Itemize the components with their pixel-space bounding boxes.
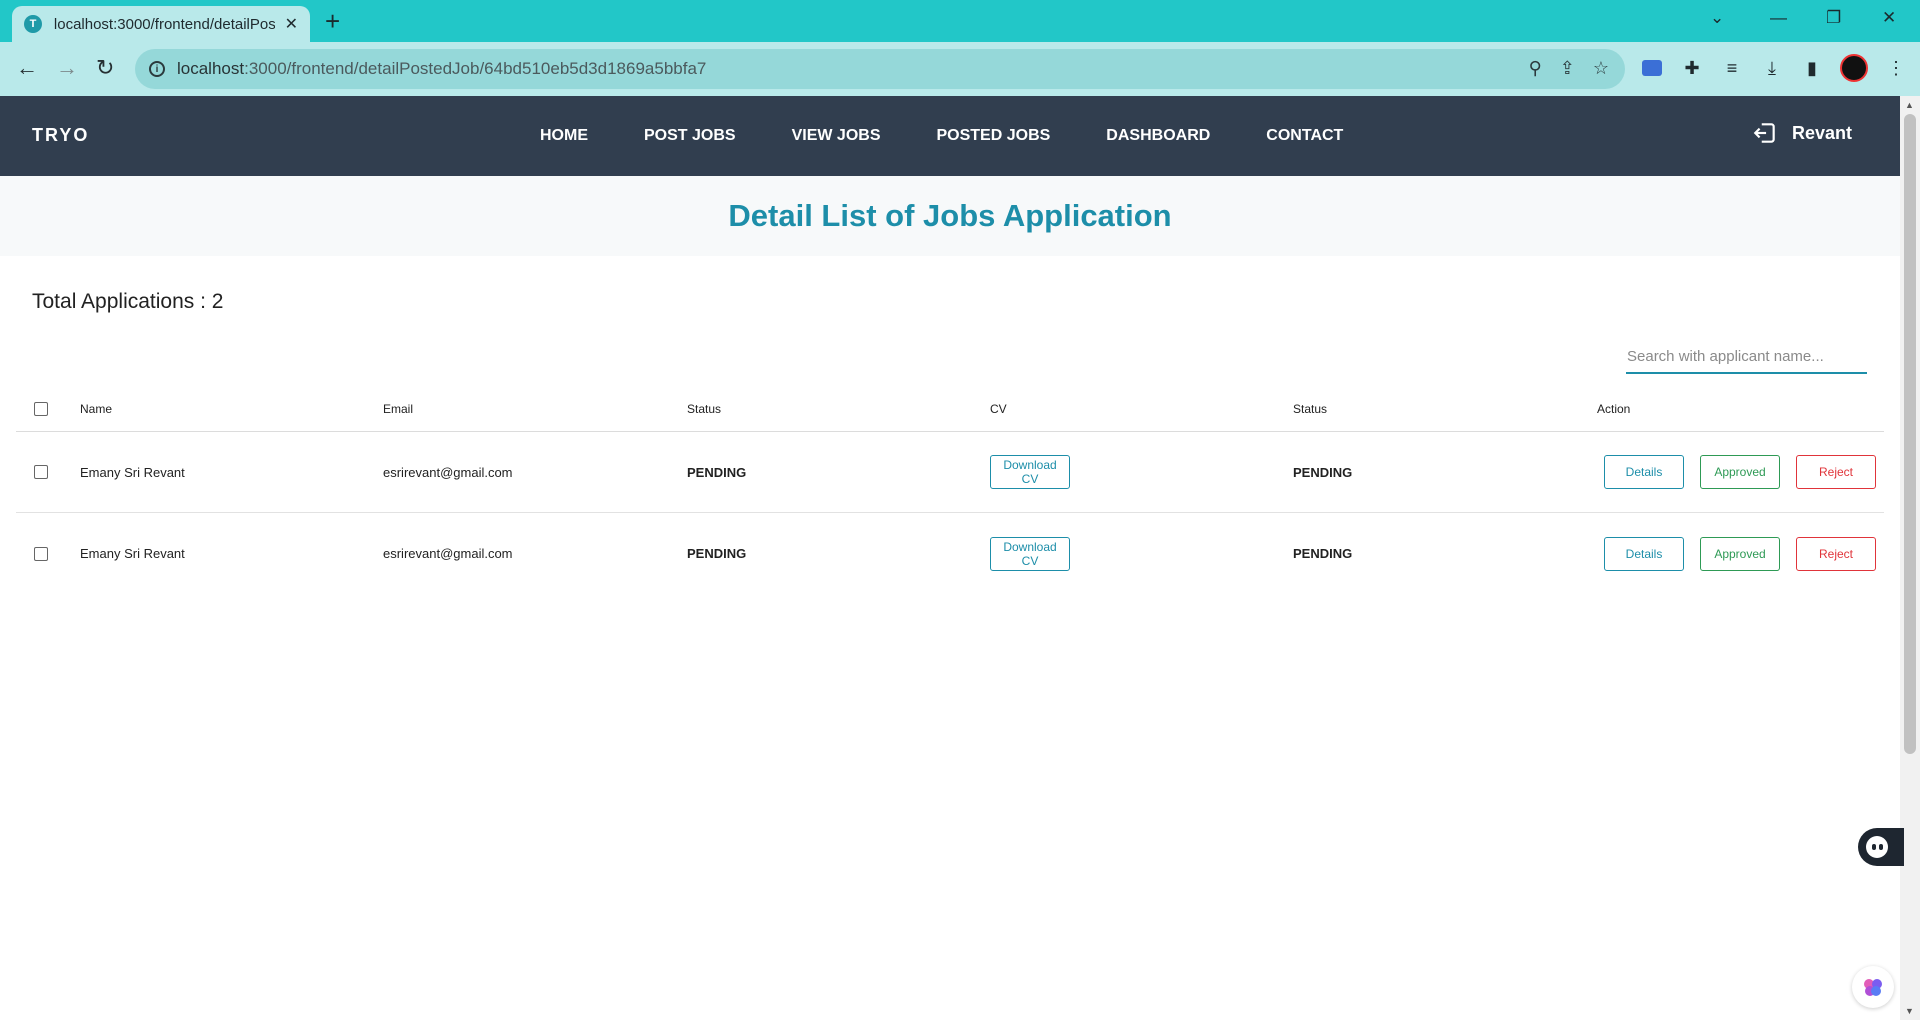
username: Revant <box>1792 122 1853 143</box>
brand-logo[interactable]: TRYO <box>32 125 89 146</box>
nav-posted-jobs[interactable]: POSTED JOBS <box>936 127 1050 145</box>
tab-title: localhost:3000/frontend/detailPostedJob/… <box>53 15 275 33</box>
back-icon[interactable]: ← <box>16 55 38 81</box>
reject-button[interactable]: Reject <box>1796 536 1876 571</box>
reject-button[interactable]: Reject <box>1796 455 1876 489</box>
app-navbar: TRYO HOME POST JOBS VIEW JOBS POSTED JOB… <box>0 96 1900 176</box>
close-window-icon[interactable]: ✕ <box>1882 8 1896 28</box>
table-header-row: Name Email Status CV Status Action <box>16 386 1884 432</box>
approve-button[interactable]: Approved <box>1700 455 1780 489</box>
header-email[interactable]: Email <box>383 386 413 431</box>
user-menu[interactable]: Revant <box>1752 120 1852 146</box>
tab-search-chevron-icon[interactable]: ⌄ <box>1710 8 1724 28</box>
chatbot-icon <box>1866 836 1888 858</box>
reload-icon[interactable]: ↻ <box>96 55 114 81</box>
address-bar[interactable]: i localhost:3000/frontend/detailPostedJo… <box>135 49 1625 89</box>
extensions-puzzle-icon[interactable]: ✚ <box>1680 56 1704 80</box>
address-url: localhost:3000/frontend/detailPostedJob/… <box>177 59 706 79</box>
minimize-icon[interactable]: — <box>1770 8 1787 28</box>
applicant-email: esrirevant@gmail.com <box>383 464 513 480</box>
restore-icon[interactable]: ❐ <box>1826 8 1841 28</box>
applications-table: Name Email Status CV Status Action Emany… <box>16 386 1884 594</box>
application-status: PENDING <box>687 464 747 480</box>
table-row: Emany Sri Revant esrirevant@gmail.com PE… <box>16 513 1884 594</box>
side-panel-icon[interactable]: ▮ <box>1800 56 1824 80</box>
extension-screen-icon[interactable] <box>1640 56 1664 80</box>
chat-assistant-button[interactable] <box>1858 828 1904 866</box>
nav-links: HOME POST JOBS VIEW JOBS POSTED JOBS DAS… <box>540 127 1343 145</box>
browser-tab[interactable]: T localhost:3000/frontend/detailPostedJo… <box>12 6 310 42</box>
reading-list-icon[interactable]: ≡ <box>1720 56 1744 80</box>
header-name[interactable]: Name <box>80 386 112 431</box>
nav-post-jobs[interactable]: POST JOBS <box>644 127 736 145</box>
logout-icon[interactable] <box>1752 120 1778 146</box>
nav-view-jobs[interactable]: VIEW JOBS <box>792 127 881 145</box>
nav-contact[interactable]: CONTACT <box>1266 127 1343 145</box>
page-scrollbar[interactable]: ▲ ▼ <box>1900 96 1920 1020</box>
download-cv-button[interactable]: Download CV <box>990 536 1070 571</box>
zoom-icon[interactable]: ⚲ <box>1529 58 1542 79</box>
url-host: localhost <box>177 59 245 78</box>
select-all-checkbox[interactable] <box>34 401 48 416</box>
close-tab-icon[interactable]: ✕ <box>285 14 298 34</box>
header-status-2[interactable]: Status <box>1293 386 1327 431</box>
table-row: Emany Sri Revant esrirevant@gmail.com PE… <box>16 432 1884 513</box>
scroll-up-arrow-icon[interactable]: ▲ <box>1905 100 1914 110</box>
nav-home[interactable]: HOME <box>540 127 588 145</box>
menu-kebab-icon[interactable]: ⋮ <box>1884 56 1908 80</box>
total-applications: Total Applications : 2 <box>32 290 224 313</box>
profile-avatar[interactable] <box>1840 54 1868 82</box>
browser-toolbar: ← → ↻ i localhost:3000/frontend/detailPo… <box>0 42 1920 96</box>
scroll-thumb[interactable] <box>1904 114 1916 754</box>
new-tab-icon[interactable]: + <box>325 8 340 34</box>
row-checkbox[interactable] <box>34 465 48 479</box>
scroll-down-arrow-icon[interactable]: ▼ <box>1905 1006 1914 1016</box>
header-action: Action <box>1597 401 1631 416</box>
application-status: PENDING <box>687 546 747 561</box>
application-status-2: PENDING <box>1293 546 1353 561</box>
nav-dashboard[interactable]: DASHBOARD <box>1106 127 1210 145</box>
forward-icon[interactable]: → <box>56 55 78 81</box>
ai-assistant-button[interactable] <box>1852 966 1894 1008</box>
favicon-icon: T <box>24 15 42 33</box>
search-input[interactable] <box>1626 340 1867 374</box>
url-path: :3000/frontend/detailPostedJob/64bd510eb… <box>244 59 707 78</box>
details-button[interactable]: Details <box>1604 536 1684 571</box>
application-status-2: PENDING <box>1293 464 1353 480</box>
applicant-name: Emany Sri Revant <box>80 464 185 480</box>
browser-tab-strip: T localhost:3000/frontend/detailPostedJo… <box>0 0 1920 42</box>
page-header: Detail List of Jobs Application <box>0 176 1900 256</box>
applicant-name: Emany Sri Revant <box>80 546 185 561</box>
bookmark-star-icon[interactable]: ☆ <box>1593 58 1609 79</box>
approve-button[interactable]: Approved <box>1700 536 1780 571</box>
share-icon[interactable]: ⇪ <box>1560 58 1575 79</box>
header-cv: CV <box>990 401 1007 416</box>
page-title: Detail List of Jobs Application <box>728 198 1172 233</box>
download-icon[interactable]: ⤓ <box>1760 56 1784 80</box>
brain-icon <box>1864 979 1882 996</box>
site-info-icon[interactable]: i <box>149 61 165 77</box>
row-checkbox[interactable] <box>34 546 48 561</box>
details-button[interactable]: Details <box>1604 455 1684 489</box>
applicant-email: esrirevant@gmail.com <box>383 546 513 561</box>
header-status[interactable]: Status <box>687 386 721 431</box>
download-cv-button[interactable]: Download CV <box>990 455 1070 489</box>
